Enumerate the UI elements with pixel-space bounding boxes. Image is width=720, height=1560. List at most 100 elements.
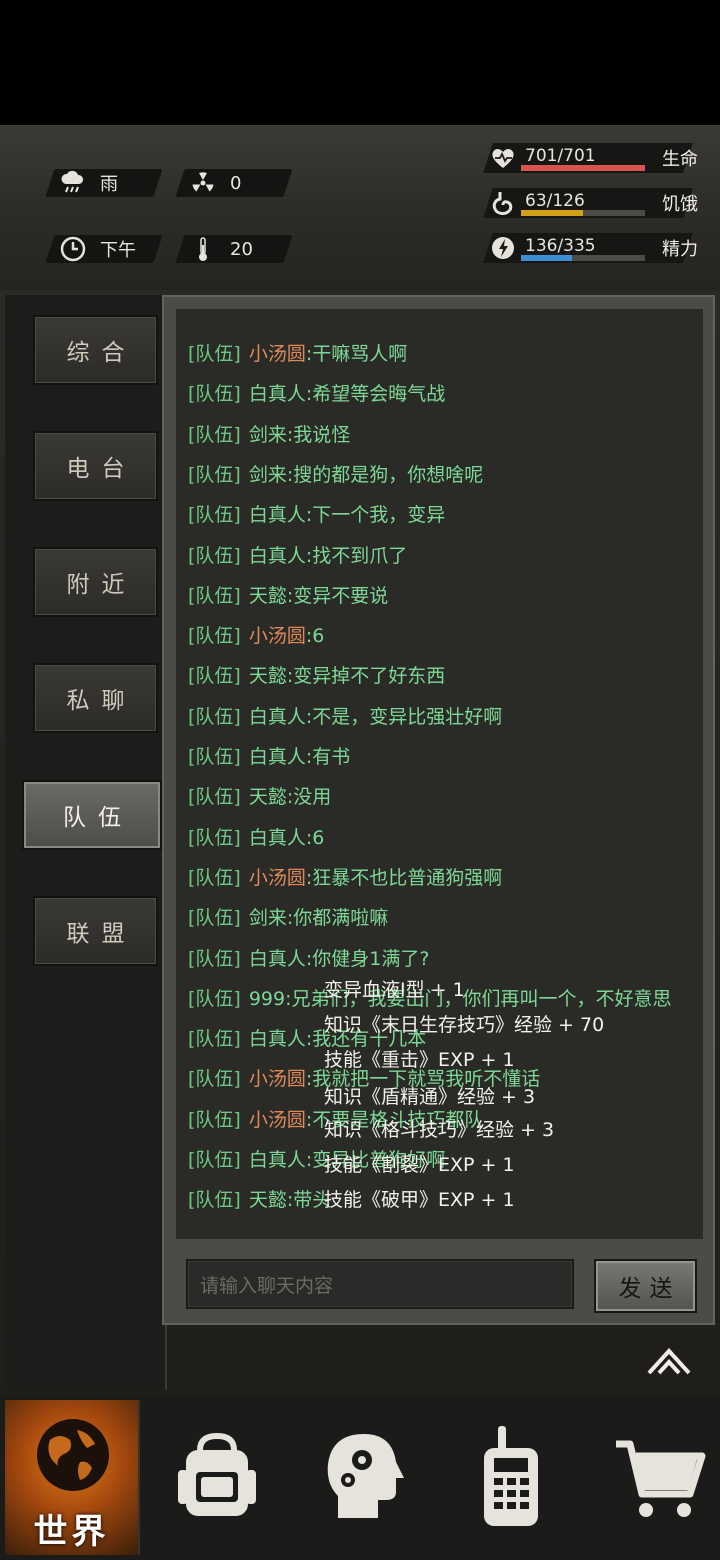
message-sender[interactable]: 小汤圆 bbox=[249, 867, 306, 889]
message-text: :你都满啦嘛 bbox=[286, 907, 389, 930]
nav-radio-button[interactable] bbox=[468, 1420, 558, 1530]
tab-radio[interactable]: 电台 bbox=[33, 431, 158, 501]
backpack-icon bbox=[178, 1432, 256, 1516]
message-sender[interactable]: 小汤圆 bbox=[249, 1109, 306, 1131]
chat-message: [队伍] 白真人:找不到爪了 bbox=[188, 541, 407, 568]
skills-head-icon bbox=[327, 1434, 404, 1518]
reward-log-entry: 知识《格斗技巧》经验 + 3 bbox=[324, 1119, 555, 1141]
temperature-indicator: 20 bbox=[175, 235, 293, 263]
tab-alliance[interactable]: 联盟 bbox=[33, 896, 158, 966]
send-button[interactable]: 发送 bbox=[594, 1259, 697, 1313]
message-channel-tag: [队伍] bbox=[188, 1108, 241, 1131]
reward-log-entry: 技能《割裂》EXP + 1 bbox=[324, 1154, 515, 1176]
chat-message: [队伍] 小汤圆:6 bbox=[188, 621, 324, 648]
status-header: 雨 0 下午 20 701/701 生命 63/126 饥饿 136/335 精… bbox=[0, 125, 720, 392]
globe-icon bbox=[37, 1419, 109, 1491]
message-sender[interactable]: 白真人 bbox=[249, 948, 306, 970]
message-text: :有书 bbox=[305, 746, 351, 768]
radio-icon bbox=[484, 1426, 538, 1526]
message-channel-tag: [队伍] bbox=[188, 625, 241, 648]
time-indicator: 下午 bbox=[45, 235, 163, 263]
message-sender[interactable]: 天懿 bbox=[249, 665, 287, 687]
message-text: :6 bbox=[305, 826, 325, 849]
reward-log-entry: 技能《破甲》EXP + 1 bbox=[324, 1189, 515, 1211]
nav-shop-button[interactable] bbox=[612, 1420, 712, 1530]
message-text: :变异不要说 bbox=[286, 584, 389, 607]
chat-panel: [队伍] 小汤圆:干嘛骂人啊 [队伍] 白真人:希望等会晦气战 [队伍] 剑来:我说怪 [队… bbox=[162, 295, 715, 1325]
message-text: :我说怪 bbox=[286, 423, 351, 446]
message-sender[interactable]: 天懿 bbox=[249, 786, 287, 808]
message-sender[interactable]: 白真人 bbox=[249, 504, 306, 526]
chat-input[interactable]: 请输入聊天内容 bbox=[186, 1259, 574, 1309]
nav-world-button[interactable]: 世界 bbox=[5, 1400, 140, 1555]
message-sender[interactable]: 白真人 bbox=[249, 1028, 306, 1050]
message-sender[interactable]: 白真人 bbox=[249, 827, 306, 849]
message-channel-tag: [队伍] bbox=[188, 786, 241, 809]
message-channel-tag: [队伍] bbox=[188, 705, 241, 728]
nav-skills-button[interactable] bbox=[318, 1420, 408, 1530]
radiation-icon bbox=[190, 170, 216, 196]
message-text: :狂暴不也比普通狗强啊 bbox=[305, 866, 503, 889]
lightning-icon bbox=[490, 235, 516, 261]
message-sender[interactable]: 剑来 bbox=[249, 464, 287, 486]
reward-log-entry: 知识《盾精通》经验 + 3 bbox=[324, 1086, 536, 1108]
message-channel-tag: [队伍] bbox=[188, 423, 241, 446]
message-sender[interactable]: 白真人 bbox=[249, 545, 306, 567]
health-stat: 701/701 生命 bbox=[480, 143, 706, 173]
chat-message: [队伍] 小汤圆:狂暴不也比普通狗强啊 bbox=[188, 863, 502, 890]
message-text: :干嘛骂人啊 bbox=[305, 343, 408, 365]
chat-message: [队伍] 剑来:搜的都是狗，你想啥呢 bbox=[188, 460, 483, 487]
message-channel-tag: [队伍] bbox=[188, 1068, 241, 1091]
message-text: :搜的都是狗，你想啥呢 bbox=[286, 463, 484, 486]
message-sender[interactable]: 天懿 bbox=[249, 585, 287, 607]
message-sender[interactable]: 小汤圆 bbox=[249, 1068, 306, 1090]
message-sender[interactable]: 白真人 bbox=[249, 706, 306, 728]
message-text: :没用 bbox=[286, 786, 332, 809]
energy-label: 精力 bbox=[662, 239, 698, 260]
hunger-bar bbox=[521, 210, 645, 216]
message-sender[interactable]: 小汤圆 bbox=[249, 343, 306, 365]
message-sender[interactable]: 白真人 bbox=[249, 1149, 306, 1171]
message-sender[interactable]: 剑来 bbox=[249, 424, 287, 446]
nav-backpack-button[interactable] bbox=[172, 1420, 262, 1530]
tab-nearby[interactable]: 附近 bbox=[33, 547, 158, 617]
tab-team[interactable]: 队伍 bbox=[22, 780, 162, 850]
message-text: :下一个我，变异 bbox=[305, 504, 446, 527]
chat-message: [队伍] 白真人:你健身1满了? bbox=[188, 944, 429, 971]
message-text: :你健身1满了? bbox=[305, 947, 430, 970]
message-sender[interactable]: 白真人 bbox=[249, 746, 306, 768]
chat-message: [队伍] 白真人:下一个我，变异 bbox=[188, 500, 445, 527]
message-sender[interactable]: 白真人 bbox=[249, 383, 306, 405]
energy-stat: 136/335 精力 bbox=[480, 233, 706, 263]
temperature-value: 20 bbox=[230, 238, 253, 260]
health-bar bbox=[521, 165, 645, 171]
message-channel-tag: [队伍] bbox=[188, 907, 241, 930]
heart-icon bbox=[490, 145, 516, 171]
message-channel-tag: [队伍] bbox=[188, 463, 241, 486]
hunger-stat: 63/126 饥饿 bbox=[480, 188, 706, 218]
message-channel-tag: [队伍] bbox=[188, 1189, 241, 1212]
chat-message: [队伍] 剑来:我说怪 bbox=[188, 420, 350, 447]
chat-message: [队伍] 白真人:不是，变异比强壮好啊 bbox=[188, 702, 502, 729]
tab-private[interactable]: 私聊 bbox=[33, 663, 158, 733]
chat-message: [队伍] 天懿:变异不要说 bbox=[188, 581, 388, 608]
reward-log-entry: 技能《重击》EXP + 1 bbox=[324, 1049, 515, 1071]
message-sender[interactable]: 999 bbox=[249, 988, 285, 1010]
stomach-icon bbox=[490, 190, 516, 216]
health-value: 701/701 bbox=[525, 146, 596, 166]
energy-value: 136/335 bbox=[525, 236, 596, 256]
message-channel-tag: [队伍] bbox=[188, 947, 241, 970]
hunger-label: 饥饿 bbox=[662, 194, 698, 215]
message-sender[interactable]: 剑来 bbox=[249, 907, 287, 929]
tab-general[interactable]: 综合 bbox=[33, 315, 158, 385]
chat-message: [队伍] 天懿:没用 bbox=[188, 782, 331, 809]
radiation-indicator: 0 bbox=[175, 169, 293, 197]
chat-message: [队伍] 小汤圆:干嘛骂人啊 bbox=[188, 339, 407, 366]
message-text: :找不到爪了 bbox=[305, 544, 408, 567]
collapse-chevron-icon[interactable] bbox=[645, 1345, 693, 1377]
message-sender[interactable]: 天懿 bbox=[249, 1189, 287, 1211]
chat-log[interactable]: [队伍] 小汤圆:干嘛骂人啊 [队伍] 白真人:希望等会晦气战 [队伍] 剑来:我说怪 [队… bbox=[176, 309, 703, 1239]
message-sender[interactable]: 小汤圆 bbox=[249, 625, 306, 647]
health-label: 生命 bbox=[662, 149, 698, 170]
chat-message: [队伍] 天懿:带头 bbox=[188, 1185, 331, 1212]
